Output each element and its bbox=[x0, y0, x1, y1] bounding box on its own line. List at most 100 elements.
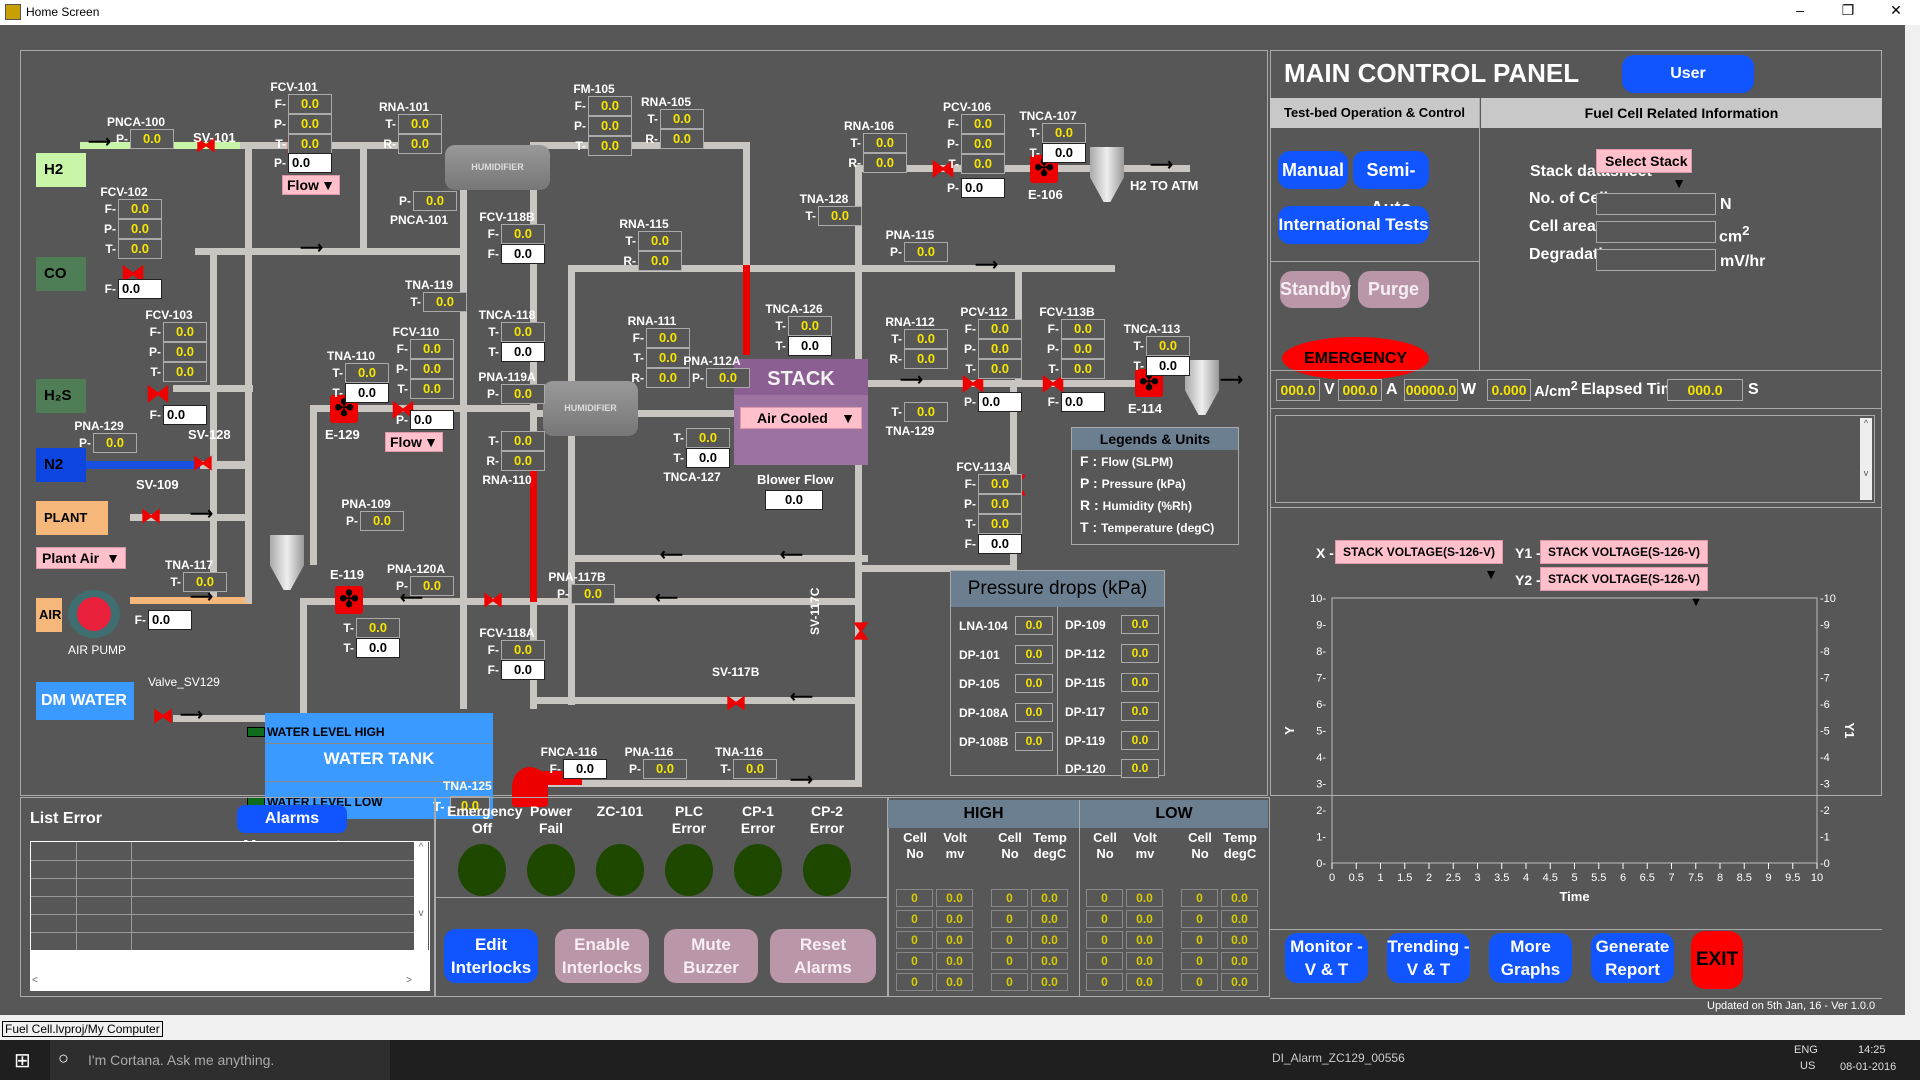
fcv110-mode-select[interactable]: Flow ▼ bbox=[385, 432, 443, 452]
reset-alarms-button[interactable]: Reset Alarms bbox=[770, 929, 876, 983]
status-led-indicator bbox=[596, 844, 644, 896]
fcv103-f-set-input[interactable]: 0.0 bbox=[163, 405, 207, 425]
fcv-118a-instrument: FCV-118A F- 0.0 F- 0.0 bbox=[479, 626, 547, 680]
error-table-vscroll[interactable]: ^ v bbox=[414, 842, 428, 950]
fcv118b-f-set-input[interactable]: 0.0 bbox=[501, 244, 545, 264]
fcv-103-valve-icon[interactable]: ⧓ bbox=[145, 380, 171, 406]
tnca126-t-set-input[interactable]: 0.0 bbox=[788, 336, 832, 356]
windows-start-icon[interactable]: ⊞ bbox=[14, 1048, 31, 1073]
high-table-cell: 0 bbox=[991, 910, 1028, 928]
fcv113b-f-set-input[interactable]: 0.0 bbox=[1061, 392, 1105, 412]
air-pump-label: AIR PUMP bbox=[68, 643, 127, 657]
pcv112-p-value: 0.0 bbox=[978, 339, 1022, 359]
list-error-title: List Error bbox=[30, 810, 103, 827]
tnca-127-instrument: T- 0.0 T- 0.0 TNCA-127 bbox=[663, 428, 730, 484]
e-119-fan-icon[interactable]: ✤ bbox=[335, 586, 363, 614]
fcv118a-f-set-input[interactable]: 0.0 bbox=[501, 660, 545, 680]
instrument-tag: PNA-129 bbox=[74, 419, 124, 433]
sv-109-valve-icon[interactable]: ⧓ bbox=[140, 505, 162, 527]
air_f-f-input[interactable]: 0.0 bbox=[148, 610, 192, 630]
stack-cooling-select[interactable]: Air Cooled ▼ bbox=[740, 407, 862, 429]
tnca-118-instrument: TNCA-118 T- 0.0 T- 0.0 bbox=[479, 308, 547, 362]
degradation-field[interactable] bbox=[1596, 249, 1716, 271]
cell-area-field[interactable] bbox=[1596, 221, 1716, 243]
tna110-t-set-input[interactable]: 0.0 bbox=[345, 383, 389, 403]
generate-report-button[interactable]: Generate Report bbox=[1591, 933, 1674, 983]
prefix-label: T- bbox=[805, 209, 816, 223]
tnca113-t-set-input[interactable]: 0.0 bbox=[1146, 356, 1190, 376]
message-box[interactable]: ^ v bbox=[1275, 415, 1875, 503]
close-button[interactable]: ✕ bbox=[1876, 2, 1916, 22]
pna112a-p-value: 0.0 bbox=[706, 368, 750, 388]
pipe bbox=[210, 248, 217, 598]
error-table-hscroll[interactable]: < > bbox=[32, 975, 412, 989]
dropdown-arrow-icon: ▼ bbox=[1672, 175, 1686, 191]
pcv106-p-set-input[interactable]: 0.0 bbox=[961, 178, 1005, 198]
cortana-search[interactable]: ○ I'm Cortana. Ask me anything. bbox=[50, 1040, 390, 1080]
tnca118-t-set-input[interactable]: 0.0 bbox=[501, 342, 545, 362]
pna-112a-instrument: PNA-112A P- 0.0 bbox=[683, 354, 752, 388]
taskbar-window-label[interactable]: DI_Alarm_ZC129_00556 bbox=[1272, 1051, 1405, 1065]
instrument-tag: PNCA-101 bbox=[389, 213, 449, 227]
pressure-drops-panel: Pressure drops (kPa) LNA-104 0.0 DP-101 0.0… bbox=[950, 570, 1165, 778]
minimize-button[interactable]: – bbox=[1780, 2, 1820, 22]
num-cells-field[interactable] bbox=[1596, 193, 1716, 215]
air-pump-icon[interactable] bbox=[68, 590, 120, 638]
plant-air-select[interactable]: Plant Air ▼ bbox=[36, 547, 126, 569]
select-stack-dropdown[interactable]: Select Stack ▼ bbox=[1596, 149, 1692, 191]
low-table-cell: 0 bbox=[1086, 889, 1123, 907]
purge-button[interactable]: Purge bbox=[1358, 271, 1429, 308]
tna110-t-value: 0.0 bbox=[345, 363, 389, 383]
y2-tick-label: -4 bbox=[1820, 752, 1830, 764]
dropdown-arrow-icon: ▼ bbox=[106, 550, 120, 566]
instrument-tag: PCV-106 bbox=[942, 100, 992, 114]
fnca116-f-input[interactable]: 0.0 bbox=[563, 759, 607, 779]
testbed-header: Test-bed Operation & Control bbox=[1270, 98, 1479, 128]
blower-flow-input[interactable]: 0.0 bbox=[765, 490, 823, 510]
pcv112-p-set-input[interactable]: 0.0 bbox=[978, 392, 1022, 412]
trending-vt-button[interactable]: Trending -V & T bbox=[1387, 933, 1470, 983]
fcv-118a-valve-icon[interactable]: ⧓ bbox=[482, 589, 504, 611]
alarms-management-button[interactable]: Alarms Management bbox=[237, 805, 347, 855]
prefix-label: P- bbox=[629, 762, 641, 776]
sv-129-valve-icon[interactable]: ⧓ bbox=[152, 705, 174, 727]
clock-date[interactable]: 08-01-2016 bbox=[1840, 1061, 1896, 1073]
emergency-button[interactable]: EMERGENCY bbox=[1282, 337, 1429, 380]
e119-t-set-input[interactable]: 0.0 bbox=[356, 638, 400, 658]
error-table[interactable]: ^ v < > bbox=[30, 841, 430, 991]
restore-button[interactable]: ❐ bbox=[1828, 2, 1868, 22]
pcv-112-instrument: PCV-112 F- 0.0 P- 0.0 T- 0.0 bbox=[960, 305, 1024, 379]
international-tests-button[interactable]: International Tests bbox=[1278, 206, 1429, 244]
xy-graph[interactable]: 0 0.5 1 1.5 2 2.5 3 3.5 4 4.5 5 5.5 6 6.5 7 7.5 8 8.5 9 9.5… bbox=[1270, 585, 1882, 915]
sv-117b-valve-icon[interactable]: ⧓ bbox=[725, 692, 747, 714]
pnca101-p-value: 0.0 bbox=[413, 191, 457, 211]
manual-button[interactable]: Manual bbox=[1278, 151, 1348, 189]
fcv101-p-set-input[interactable]: 0.0 bbox=[288, 153, 332, 173]
tnca127-t-set-input[interactable]: 0.0 bbox=[686, 448, 730, 468]
tnca107-t-set-input[interactable]: 0.0 bbox=[1042, 143, 1086, 163]
prefix-label: T- bbox=[673, 431, 684, 445]
fcv101-mode-select[interactable]: Flow ▼ bbox=[282, 175, 340, 195]
sv-117c-valve-icon[interactable]: ⧓ bbox=[849, 620, 874, 642]
message-scrollbar[interactable]: ^ v bbox=[1860, 418, 1872, 500]
region-label[interactable]: US bbox=[1800, 1060, 1815, 1072]
fcv113a-f-set-input[interactable]: 0.0 bbox=[978, 534, 1022, 554]
user-management-button[interactable]: User Management bbox=[1622, 55, 1754, 120]
current-density-readout: 0.000 bbox=[1487, 379, 1531, 401]
fcv110-p-set-input[interactable]: 0.0 bbox=[410, 410, 454, 430]
x-axis-select[interactable]: STACK VOLTAGE(S-126-V) ▼ bbox=[1335, 540, 1503, 582]
edit-interlocks-button[interactable]: Edit Interlocks bbox=[444, 929, 538, 983]
more-graphs-button[interactable]: More Graphs bbox=[1489, 933, 1572, 983]
sv-128-valve-icon[interactable]: ⧓ bbox=[192, 452, 214, 474]
window-vscrollbar[interactable] bbox=[1905, 25, 1920, 1015]
mute-buzzer-button[interactable]: Mute Buzzer bbox=[664, 929, 758, 983]
clock-time[interactable]: 14:25 bbox=[1858, 1044, 1886, 1056]
fcv102-f-set-input[interactable]: 0.0 bbox=[118, 279, 162, 299]
language-label[interactable]: ENG bbox=[1794, 1044, 1818, 1056]
semi-auto-button[interactable]: Semi-Auto bbox=[1353, 151, 1429, 218]
enable-interlocks-button[interactable]: Enable Interlocks bbox=[555, 929, 649, 983]
monitor-vt-button[interactable]: Monitor -V & T bbox=[1285, 933, 1368, 983]
standby-button[interactable]: Standby bbox=[1280, 271, 1351, 308]
exit-button[interactable]: EXIT bbox=[1691, 931, 1743, 989]
y1-axis-select[interactable]: STACK VOLTAGE(S-126-V)▼ bbox=[1540, 540, 1708, 582]
